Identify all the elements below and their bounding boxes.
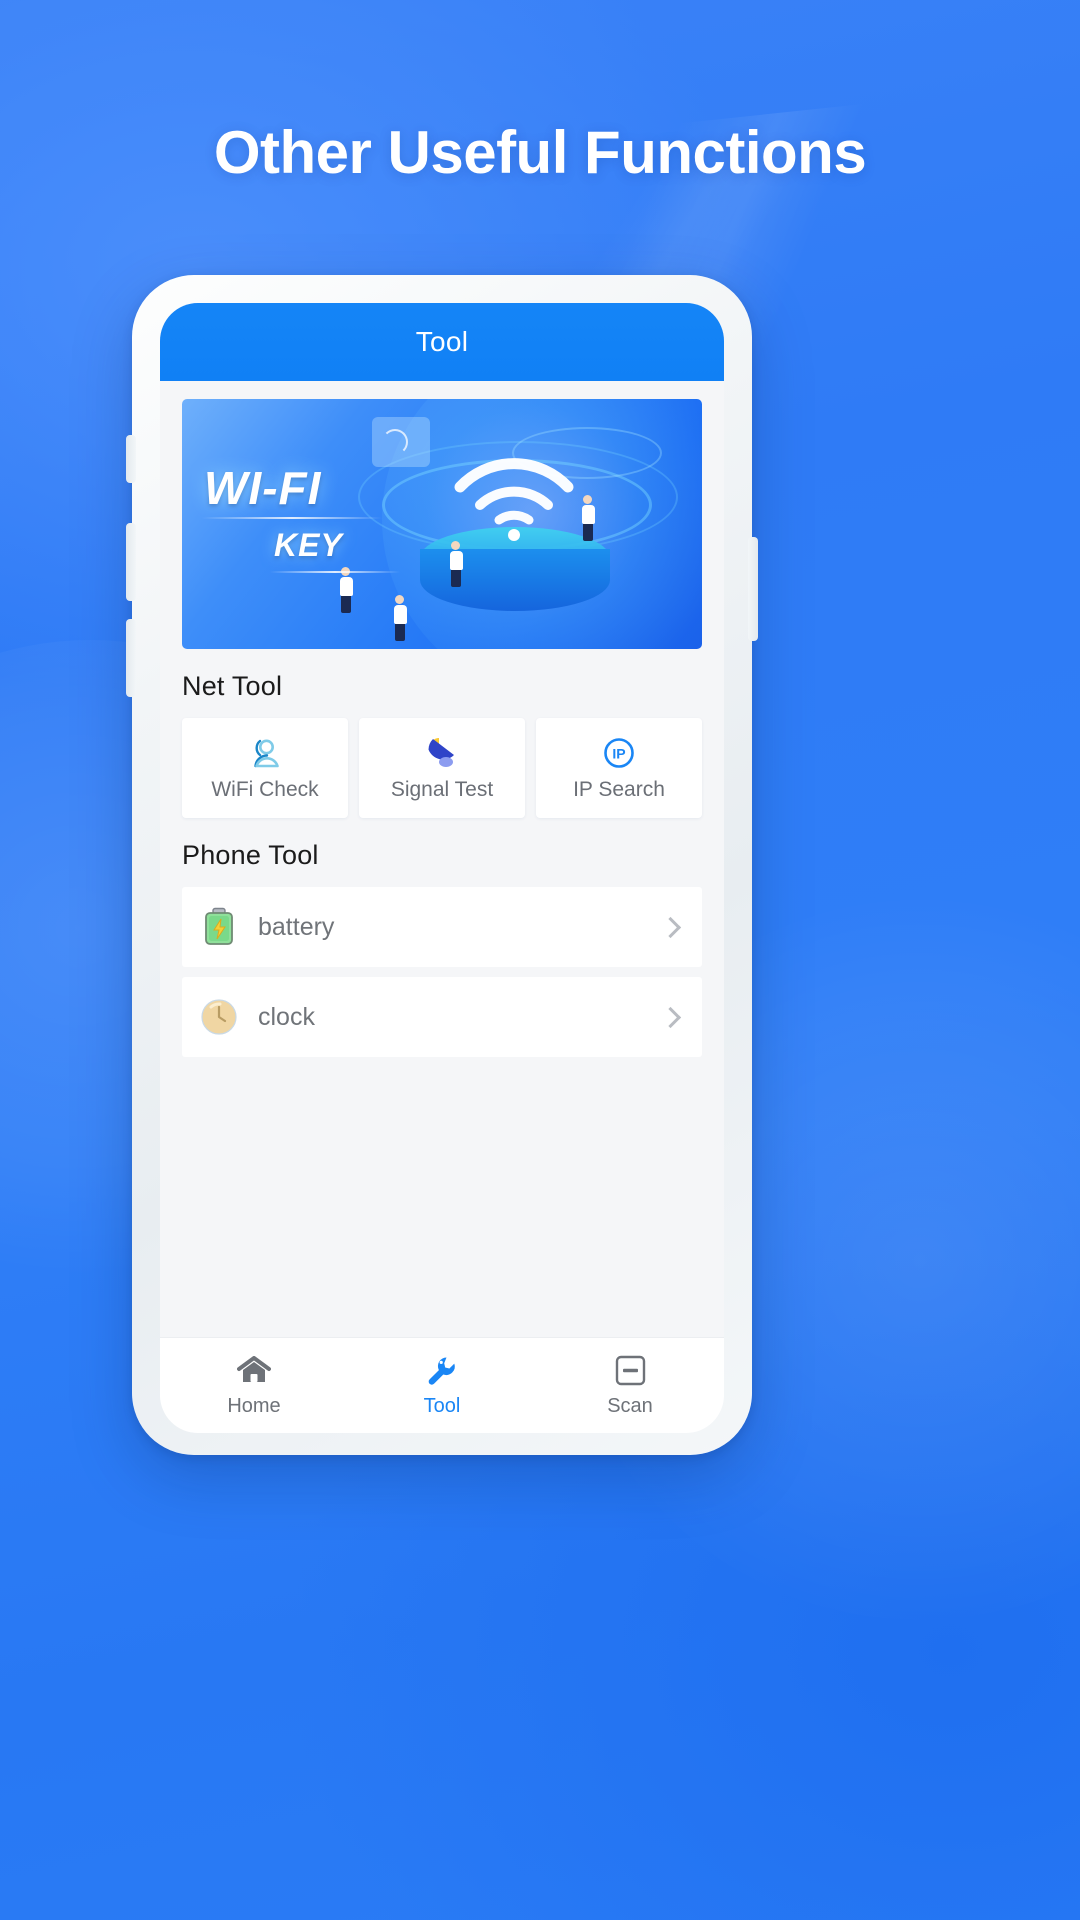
phone-volume-down-button xyxy=(126,619,136,697)
banner-person xyxy=(450,541,463,587)
banner-title: WI-FI xyxy=(204,462,322,514)
tool-card-ip-search[interactable]: IP IP Search xyxy=(536,718,702,818)
nav-item-tool[interactable]: Tool xyxy=(348,1354,536,1418)
page-title: Other Useful Functions xyxy=(213,119,867,186)
banner-person xyxy=(582,495,595,541)
tool-card-label: WiFi Check xyxy=(211,778,319,801)
banner-person xyxy=(340,567,353,613)
section-heading-net-tool: Net Tool xyxy=(182,671,283,701)
phone-mockup-frame: Tool WI-FI KEY Net Tool WiFi Check Signa… xyxy=(126,275,758,1455)
clock-icon xyxy=(198,996,240,1038)
section-heading-phone-tool: Phone Tool xyxy=(182,840,319,870)
bottom-navigation-bar: Home Tool Scan xyxy=(160,1337,724,1433)
phone-mute-button xyxy=(126,435,136,483)
wrench-icon xyxy=(426,1354,458,1388)
banner-title-underline xyxy=(202,517,382,519)
net-tool-grid: WiFi Check Signal Test IP IP Search xyxy=(182,718,702,818)
tool-card-signal-test[interactable]: Signal Test xyxy=(359,718,525,818)
list-item-battery[interactable]: battery xyxy=(182,887,702,967)
phone-power-button xyxy=(748,537,758,641)
tool-card-wifi-check[interactable]: WiFi Check xyxy=(182,718,348,818)
list-item-label: battery xyxy=(258,912,335,941)
nav-item-label: Tool xyxy=(423,1394,461,1417)
ip-circle-icon: IP xyxy=(601,734,637,772)
svg-text:IP: IP xyxy=(612,746,625,762)
phone-volume-up-button xyxy=(126,523,136,601)
wifi-signal-icon xyxy=(454,458,574,541)
banner-signal-card-icon xyxy=(372,417,430,467)
battery-icon xyxy=(198,906,240,948)
app-content: WI-FI KEY Net Tool WiFi Check Signal Tes… xyxy=(160,381,724,1337)
chevron-right-icon xyxy=(659,1006,682,1028)
nav-item-home[interactable]: Home xyxy=(160,1354,348,1418)
list-item-label: clock xyxy=(258,1002,315,1031)
wifi-key-banner[interactable]: WI-FI KEY xyxy=(182,399,702,649)
satellite-dish-icon xyxy=(423,734,461,772)
nav-item-scan[interactable]: Scan xyxy=(536,1354,724,1418)
user-person-icon xyxy=(247,734,283,772)
banner-subtitle: KEY xyxy=(274,527,343,563)
scan-icon xyxy=(615,1354,646,1388)
tool-card-label: IP Search xyxy=(573,778,665,801)
phone-screen: Tool WI-FI KEY Net Tool WiFi Check Signa… xyxy=(160,303,724,1433)
phone-tool-list: battery clock xyxy=(182,887,702,1057)
nav-item-label: Scan xyxy=(607,1394,653,1417)
list-item-clock[interactable]: clock xyxy=(182,977,702,1057)
app-bar-title: Tool xyxy=(415,326,469,357)
tool-card-label: Signal Test xyxy=(390,778,494,801)
nav-item-label: Home xyxy=(227,1394,281,1417)
chevron-right-icon xyxy=(659,916,682,938)
home-icon xyxy=(237,1354,271,1388)
banner-person xyxy=(394,595,407,641)
app-bar: Tool xyxy=(160,303,724,381)
banner-subtitle-underline xyxy=(270,571,400,573)
banner-cylinder-body xyxy=(420,549,610,611)
